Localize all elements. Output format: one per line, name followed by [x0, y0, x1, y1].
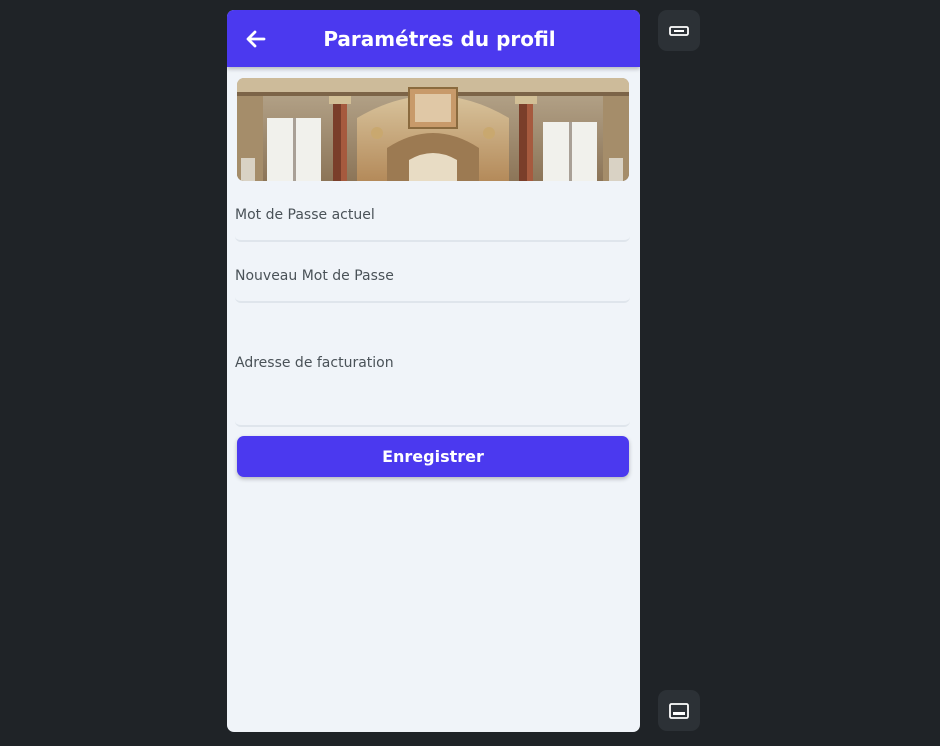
preview-canvas: Paramétres du profil Mot de Passe actuel… [0, 0, 940, 746]
keyboard-toggle-button[interactable] [658, 690, 700, 731]
billing-address-input[interactable] [235, 389, 630, 421]
save-button[interactable]: Enregistrer [237, 436, 629, 477]
header-image [237, 78, 629, 181]
app-bar: Paramétres du profil [227, 10, 640, 67]
keyboard-toggle-icon [669, 702, 689, 719]
current-password-field[interactable]: Mot de Passe actuel [235, 198, 630, 242]
rotate-device-icon [669, 25, 689, 36]
phone-screen: Paramétres du profil Mot de Passe actuel… [227, 10, 640, 732]
billing-address-label: Adresse de facturation [235, 355, 394, 371]
current-password-input[interactable] [235, 220, 630, 236]
new-password-field[interactable]: Nouveau Mot de Passe [235, 260, 630, 303]
hall-illustration [237, 78, 629, 181]
rotate-device-button[interactable] [658, 10, 700, 51]
billing-address-field[interactable]: Adresse de facturation [235, 320, 630, 427]
new-password-input[interactable] [235, 281, 630, 297]
page-title: Paramétres du profil [323, 27, 556, 51]
